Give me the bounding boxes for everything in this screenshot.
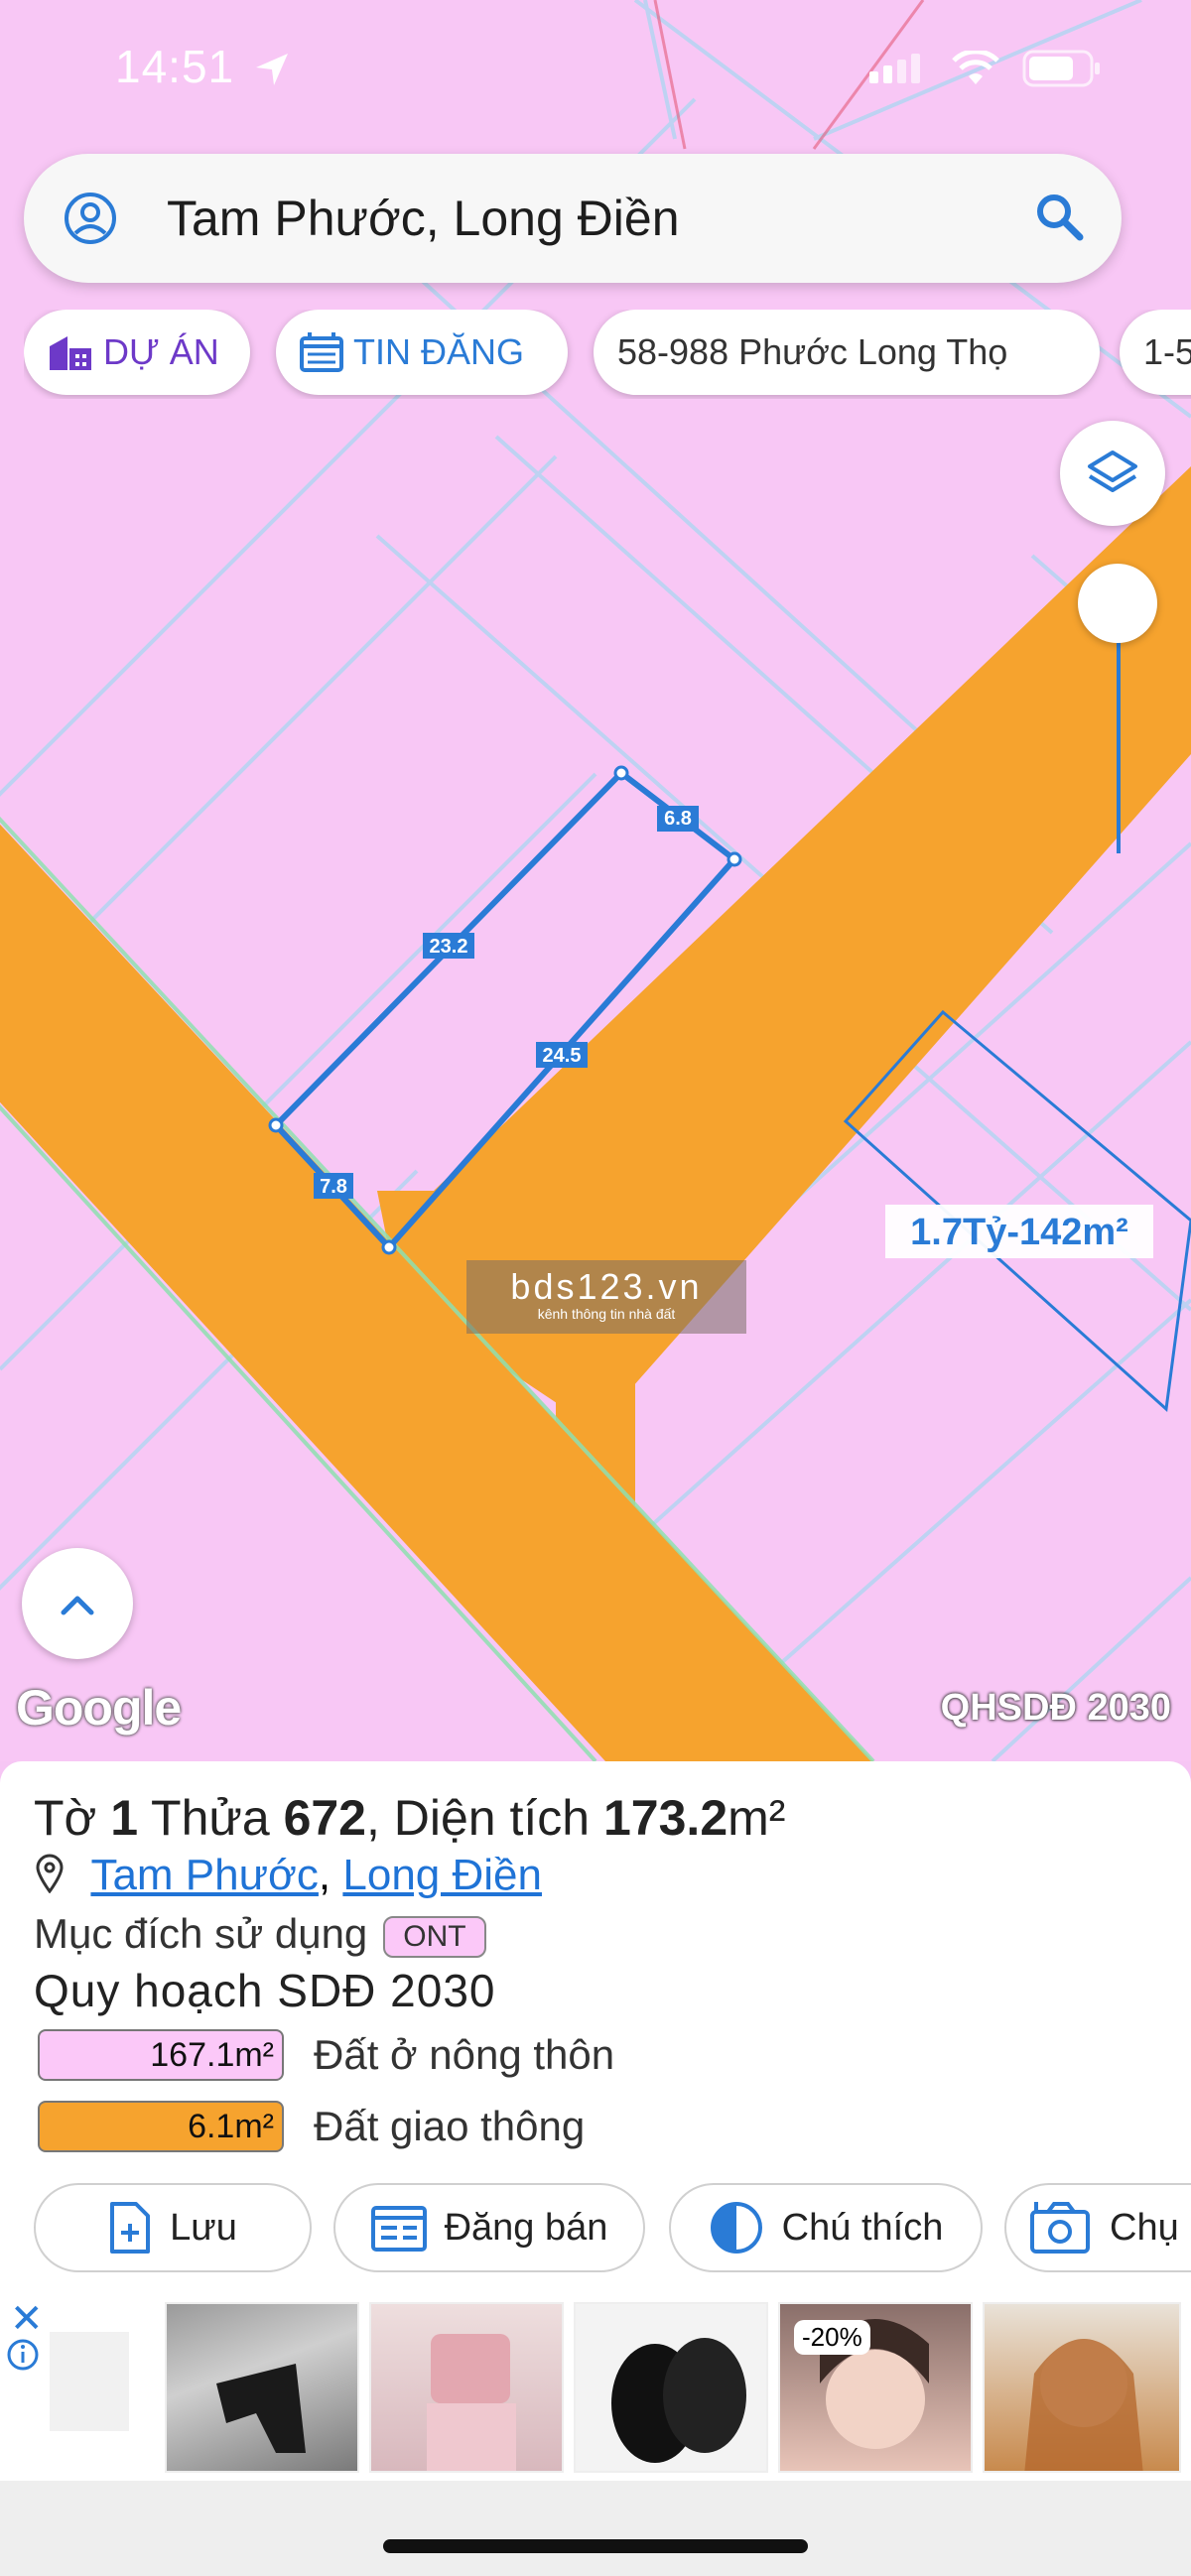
plan-title: Quy hoạch SDĐ 2030 (34, 1965, 496, 2016)
listing-icon (370, 2206, 427, 2252)
land-use-row: 6.1m² Đất giao thông (38, 2099, 585, 2154)
building-icon (50, 336, 91, 370)
home-indicator[interactable] (383, 2539, 808, 2553)
edge-label-left: 23.2 (430, 936, 468, 958)
area-value: 173.2 (603, 1790, 728, 1846)
land-use-row: 167.1m² Đất ở nông thôn (38, 2027, 614, 2083)
ward-link[interactable]: Tam Phước (90, 1851, 318, 1899)
district-link[interactable]: Long Điền (342, 1851, 542, 1899)
capture-button[interactable]: Chụ (1004, 2183, 1191, 2272)
legend-label: Chú thích (781, 2206, 944, 2249)
discount-badge: -20% (794, 2320, 870, 2355)
sheet-number: 1 (110, 1790, 139, 1846)
plot-number: 672 (283, 1790, 366, 1846)
area-prefix: , Diện tích (366, 1790, 603, 1846)
post-listing-button[interactable]: Đăng bán (333, 2183, 645, 2272)
status-bar: 14:51 (0, 0, 1191, 139)
ad-product-image[interactable] (369, 2302, 564, 2473)
watermark: bds123.vn kênh thông tin nhà đất (466, 1260, 746, 1334)
search-icon[interactable] (1034, 192, 1084, 241)
chip-du-an-label: DỰ ÁN (103, 331, 219, 372)
wifi-icon (952, 51, 999, 84)
edge-label-right: 24.5 (543, 1045, 582, 1067)
edge-label-top: 6.8 (664, 808, 692, 830)
ad-info-icon[interactable] (6, 2338, 40, 2372)
camera-icon (1030, 2202, 1090, 2254)
parcel-location: Tam Phước, Long Điền (34, 1851, 542, 1900)
land-use-label: Đất ở nông thôn (314, 2031, 615, 2078)
bottom-bar (0, 2481, 1191, 2576)
ad-product-image[interactable] (574, 2302, 768, 2473)
chip-tin-dang-label: TIN ĐĂNG (353, 331, 525, 372)
land-use-label: Đất giao thông (314, 2103, 586, 2149)
chip-more[interactable]: 1-5 (1120, 310, 1191, 395)
chip-address[interactable]: 58-988 Phước Long Thọ (594, 310, 1100, 395)
cellular-signal-icon (869, 54, 920, 83)
capture-label: Chụ (1110, 2206, 1179, 2249)
opacity-slider-track[interactable] (1117, 635, 1121, 853)
purpose-label: Mục đích sử dụng (34, 1910, 368, 1957)
location-pin-icon (36, 1854, 64, 1894)
land-purpose: Mục đích sử dụng ONT (34, 1910, 486, 1958)
chip-du-an[interactable]: DỰ ÁN (24, 310, 250, 395)
watermark-title: bds123.vn (510, 1266, 703, 1307)
parcel-prefix: Tờ (34, 1790, 111, 1846)
status-time: 14:51 (115, 41, 235, 92)
location-separator: , (318, 1851, 343, 1899)
battery-icon (1022, 50, 1100, 87)
add-file-icon (110, 2202, 151, 2254)
ad-product-image[interactable] (165, 2302, 359, 2473)
plan-layer-label: QHSDĐ 2030 (940, 1687, 1171, 1729)
google-logo: Google (16, 1680, 182, 1736)
chevron-up-icon (61, 1596, 94, 1615)
chip-address-label: 58-988 Phước Long Thọ (617, 331, 1008, 372)
ad-banner[interactable]: ✕ -20% (0, 2292, 1191, 2481)
ad-product-image[interactable]: -20% (778, 2302, 973, 2473)
edge-label-bottom: 7.8 (320, 1176, 347, 1198)
ad-logo (50, 2332, 129, 2431)
expand-button[interactable] (22, 1548, 133, 1659)
save-label: Lưu (170, 2206, 237, 2249)
parcel-title: Tờ 1 Thửa 672, Diện tích 173.2m² (34, 1789, 785, 1847)
area-unit: m² (728, 1790, 786, 1846)
chip-tin-dang[interactable]: TIN ĐĂNG (276, 310, 568, 395)
layers-button[interactable] (1060, 421, 1165, 526)
account-icon[interactable] (64, 192, 117, 245)
listing-price-label[interactable]: 1.7Tỷ-142m² (910, 1212, 1128, 1253)
land-use-area: 6.1m² (38, 2101, 284, 2152)
close-ad-icon[interactable]: ✕ (10, 2296, 44, 2342)
chip-more-label: 1-5 (1143, 331, 1191, 372)
opacity-slider-handle[interactable] (1078, 564, 1157, 643)
search-input[interactable]: Tam Phước, Long Điền (167, 190, 680, 247)
purpose-code-badge: ONT (383, 1915, 486, 1958)
layers-icon (1088, 451, 1137, 492)
search-bar[interactable]: Tam Phước, Long Điền (24, 154, 1122, 283)
post-listing-label: Đăng bán (444, 2206, 608, 2249)
filter-chips: DỰ ÁN TIN ĐĂNG 58-988 Phước Long Thọ 1-5 (24, 310, 1191, 399)
save-button[interactable]: Lưu (34, 2183, 312, 2272)
action-buttons: Lưu Đăng bán Chú thích Chụ (34, 2183, 1191, 2274)
calendar-list-icon (300, 332, 343, 372)
ad-product-image[interactable] (983, 2302, 1181, 2473)
location-arrow-icon (256, 54, 288, 85)
parcel-mid: Thửa (138, 1790, 284, 1846)
watermark-subtitle: kênh thông tin nhà đất (537, 1306, 676, 1322)
land-use-area: 167.1m² (38, 2029, 284, 2081)
legend-button[interactable]: Chú thích (669, 2183, 983, 2272)
contrast-icon (710, 2202, 762, 2254)
